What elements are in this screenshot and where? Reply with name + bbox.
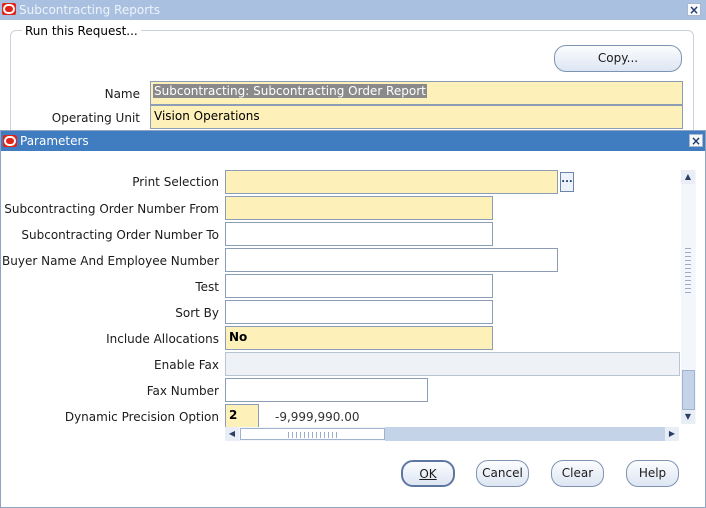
- sort-by-label: Sort By: [175, 306, 219, 320]
- clear-button[interactable]: Clear: [551, 460, 604, 487]
- parameters-title: Parameters: [20, 134, 89, 148]
- parameters-titlebar[interactable]: Parameters ×: [1, 131, 705, 151]
- oracle-logo-icon: [3, 135, 17, 147]
- horizontal-scrollbar[interactable]: ◀ ▶: [225, 427, 679, 441]
- order-number-to-label: Subcontracting Order Number To: [21, 228, 219, 242]
- close-icon[interactable]: ×: [689, 134, 703, 147]
- run-request-group-label: Run this Request...: [22, 24, 141, 38]
- help-button[interactable]: Help: [626, 460, 679, 487]
- ok-button-label: OK: [419, 467, 437, 481]
- vertical-scrollbar-thumb[interactable]: [682, 370, 695, 410]
- include-allocations-label: Include Allocations: [106, 332, 219, 346]
- test-field[interactable]: [225, 274, 493, 298]
- name-label: Name: [104, 87, 140, 101]
- cancel-button[interactable]: Cancel: [476, 460, 529, 487]
- fax-number-label: Fax Number: [146, 384, 219, 398]
- name-value: Subcontracting: Subcontracting Order Rep…: [153, 84, 427, 98]
- sort-by-field[interactable]: [225, 300, 493, 324]
- grip-icon: [287, 432, 338, 438]
- scroll-left-icon[interactable]: ◀: [225, 427, 239, 441]
- operating-unit-field[interactable]: Vision Operations: [150, 105, 683, 129]
- scroll-up-icon[interactable]: ▲: [681, 170, 695, 184]
- buyer-name-label: Buyer Name And Employee Number: [2, 254, 219, 268]
- request-window-titlebar[interactable]: Subcontracting Reports ×: [0, 0, 706, 20]
- order-number-from-field[interactable]: [225, 196, 493, 220]
- order-number-from-label: Subcontracting Order Number From: [4, 202, 219, 216]
- copy-button[interactable]: Copy...: [554, 45, 682, 72]
- clear-button-label: Clear: [561, 466, 594, 480]
- request-window-title: Subcontracting Reports: [19, 3, 161, 17]
- order-number-to-field[interactable]: [225, 222, 493, 246]
- lov-ellipsis-icon[interactable]: ...: [560, 172, 574, 192]
- vertical-scrollbar[interactable]: ▲ ▼: [681, 170, 696, 424]
- enable-fax-field[interactable]: [225, 352, 680, 376]
- print-selection-field[interactable]: [225, 170, 558, 194]
- help-button-label: Help: [638, 466, 667, 480]
- dynamic-precision-label: Dynamic Precision Option: [64, 410, 219, 424]
- request-window: Subcontracting Reports × Run this Reques…: [0, 0, 706, 140]
- oracle-logo-icon: [2, 3, 16, 15]
- close-icon[interactable]: ×: [687, 3, 701, 16]
- buyer-name-field[interactable]: [225, 248, 558, 272]
- horizontal-scrollbar-thumb[interactable]: [240, 428, 385, 440]
- ok-button[interactable]: OK: [401, 460, 455, 487]
- scroll-down-icon[interactable]: ▼: [681, 410, 695, 424]
- precision-sample: -9,999,990.00: [275, 410, 360, 424]
- name-field[interactable]: Subcontracting: Subcontracting Order Rep…: [150, 81, 683, 105]
- scroll-right-icon[interactable]: ▶: [665, 427, 679, 441]
- cancel-button-label: Cancel: [482, 466, 523, 480]
- operating-unit-label: Operating Unit: [51, 111, 140, 125]
- horizontal-scrollbar-track[interactable]: [385, 427, 665, 441]
- test-label: Test: [195, 280, 219, 294]
- include-allocations-field[interactable]: No: [225, 326, 493, 350]
- fax-number-field[interactable]: [225, 378, 428, 402]
- dynamic-precision-field[interactable]: 2: [225, 404, 259, 428]
- grip-icon: [685, 248, 691, 296]
- print-selection-label: Print Selection: [132, 175, 219, 189]
- enable-fax-label: Enable Fax: [154, 358, 219, 372]
